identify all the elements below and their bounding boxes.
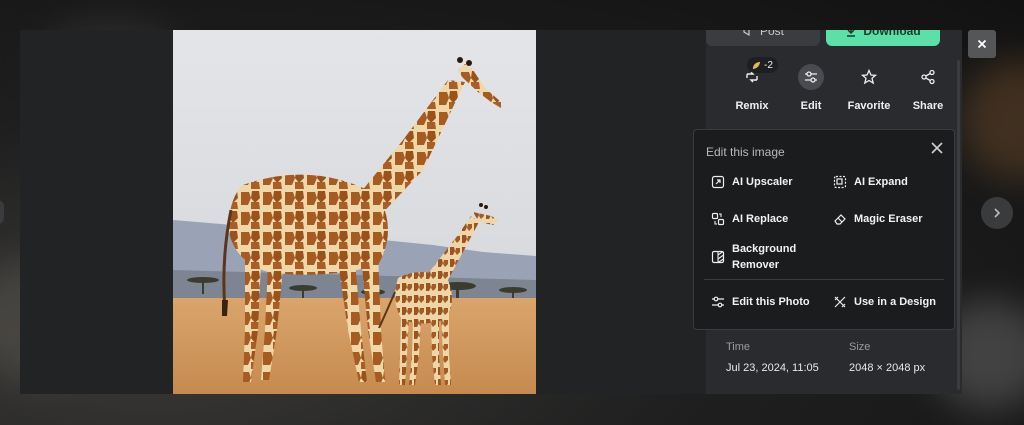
time-value: Jul 23, 2024, 11:05 — [726, 362, 819, 374]
size-value: 2048 × 2048 px — [849, 362, 926, 374]
tool-ai-expand[interactable]: AI Expand — [833, 174, 908, 190]
post-button[interactable]: Post — [706, 30, 820, 46]
tool-ai-upscaler[interactable]: AI Upscaler — [711, 174, 793, 190]
image-area — [20, 30, 706, 394]
tool-label: Edit this Photo — [732, 296, 810, 308]
leaf-icon — [752, 61, 761, 69]
next-image-button[interactable] — [981, 197, 1013, 229]
remix-action[interactable]: -2 Remix — [723, 57, 781, 120]
close-modal-button[interactable] — [968, 30, 996, 58]
star-icon — [856, 64, 882, 90]
sliders-icon — [712, 296, 724, 308]
size-label: Size — [849, 341, 871, 353]
previous-image-button[interactable] — [0, 200, 4, 224]
credit-cost-badge: -2 — [747, 57, 778, 73]
close-icon — [977, 39, 987, 49]
replace-icon — [711, 212, 725, 226]
remix-label: Remix — [735, 100, 769, 112]
favorite-label: Favorite — [847, 100, 891, 112]
tool-label: Background Remover — [732, 243, 797, 271]
tool-magic-eraser[interactable]: Magic Eraser — [833, 211, 922, 227]
edit-popover-divider — [704, 279, 944, 280]
credit-cost: -2 — [764, 59, 773, 71]
upscale-icon — [711, 175, 725, 189]
share-action[interactable]: Share — [899, 64, 957, 120]
design-icon — [834, 296, 846, 308]
time-label: Time — [726, 341, 751, 353]
edit-label: Edit — [800, 100, 822, 112]
share-label: Share — [912, 100, 944, 112]
tool-use-in-design[interactable]: Use in a Design — [833, 294, 936, 310]
download-icon — [847, 30, 856, 37]
tool-label: Magic Eraser — [854, 213, 923, 225]
background-remover-icon — [711, 250, 725, 264]
tool-ai-replace[interactable]: AI Replace — [711, 211, 788, 227]
action-bar: -2 Remix Edit Favorite Share — [706, 57, 962, 120]
tool-edit-photo[interactable]: Edit this Photo — [711, 294, 810, 310]
eraser-icon — [834, 214, 846, 225]
expand-icon — [833, 175, 847, 189]
tool-label: AI Replace — [732, 213, 789, 225]
chevron-right-icon — [994, 208, 1001, 218]
tool-label: AI Expand — [854, 176, 908, 188]
sliders-icon — [798, 64, 824, 90]
generated-image[interactable] — [173, 30, 536, 394]
close-icon[interactable] — [930, 141, 944, 155]
tool-label: Use in a Design — [854, 296, 936, 308]
share-icon — [915, 64, 941, 90]
backdrop-blur — [960, 60, 1024, 180]
edit-image-popover: Edit this image AI Upscaler AI Expand AI… — [693, 129, 955, 330]
panel-scrollbar[interactable] — [957, 60, 960, 390]
favorite-action[interactable]: Favorite — [840, 64, 898, 120]
post-button-label: Post — [759, 30, 784, 38]
edit-action[interactable]: Edit — [782, 64, 840, 120]
edit-popover-title: Edit this image — [706, 145, 785, 159]
tool-label: AI Upscaler — [732, 176, 793, 188]
megaphone-icon — [743, 30, 750, 37]
download-button-label: Download — [863, 30, 921, 38]
download-button[interactable]: Download — [826, 30, 940, 46]
tool-background-remover[interactable]: Background Remover — [711, 241, 821, 273]
